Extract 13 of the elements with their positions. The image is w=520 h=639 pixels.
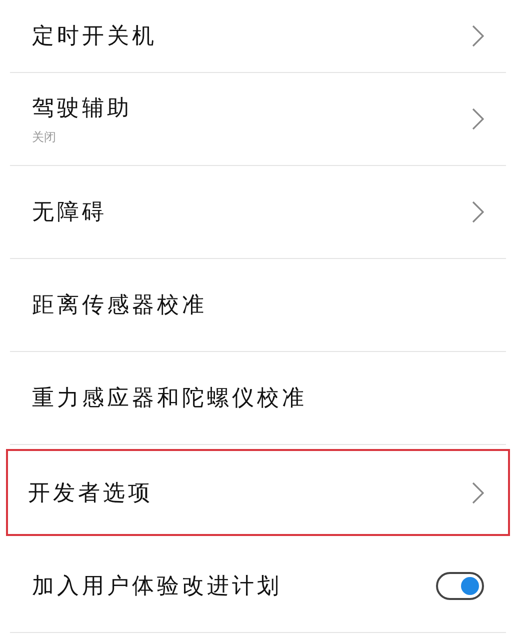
setting-title[interactable]: 定时开关机: [32, 21, 472, 51]
setting-title[interactable]: 开发者选项: [28, 478, 472, 508]
setting-status: 关闭: [32, 128, 57, 146]
setting-title[interactable]: 加入用户体验改进计划: [32, 571, 436, 601]
chevron-right-icon: [472, 25, 484, 47]
chevron-right-icon: [472, 201, 484, 223]
setting-title[interactable]: 驾驶辅助: [32, 92, 472, 122]
setting-title[interactable]: 无障碍: [32, 197, 472, 227]
chevron-right-icon: [472, 108, 484, 130]
chevron-right-icon: [472, 482, 484, 504]
setting-title[interactable]: 距离传感器校准: [32, 290, 484, 320]
toggle-switch[interactable]: [436, 572, 484, 600]
setting-title[interactable]: 重力感应器和陀螺仪校准: [32, 383, 484, 413]
